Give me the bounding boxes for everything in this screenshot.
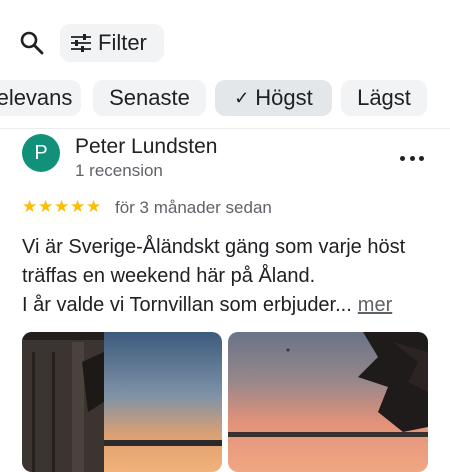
divider bbox=[0, 128, 450, 129]
reviewer-review-count: 1 recension bbox=[75, 161, 163, 180]
star-icon: ★ bbox=[54, 197, 70, 216]
filter-label: Filter bbox=[98, 30, 147, 55]
sort-chip-highest[interactable]: ✓ Högst bbox=[215, 80, 332, 116]
avatar[interactable]: P bbox=[22, 134, 60, 172]
review-text: Vi är Sverige-Åländskt gäng som varje hö… bbox=[22, 233, 442, 320]
avatar-letter: P bbox=[34, 141, 48, 164]
check-icon: ✓ bbox=[234, 87, 250, 108]
read-more-link[interactable]: mer bbox=[358, 294, 392, 316]
reviewer-name[interactable]: Peter Lundsten bbox=[75, 135, 217, 159]
more-options-button[interactable] bbox=[400, 150, 424, 166]
star-icon: ★ bbox=[38, 197, 54, 216]
review-photo[interactable] bbox=[228, 332, 428, 472]
sort-chip-label: Senaste bbox=[109, 85, 190, 110]
review-text-line: träffas en weekend här på Åland. bbox=[22, 265, 316, 287]
sort-chip-label: Högst bbox=[255, 85, 313, 110]
more-vert-icon bbox=[409, 155, 415, 161]
more-vert-icon bbox=[419, 155, 424, 161]
review-photo[interactable] bbox=[22, 332, 222, 472]
sort-chip-newest[interactable]: Senaste bbox=[93, 80, 206, 116]
review-text-line: I år valde vi Tornvillan som erbjuder...… bbox=[22, 291, 442, 320]
review-time: för 3 månader sedan bbox=[115, 198, 272, 217]
more-vert-icon bbox=[400, 155, 405, 161]
review-text-line: Vi är Sverige-Åländskt gäng som varje hö… bbox=[22, 236, 406, 258]
sort-chip-label: Lägst bbox=[357, 85, 411, 110]
review-text-line-content: I år valde vi Tornvillan som erbjuder... bbox=[22, 294, 352, 316]
sunset-photo bbox=[22, 332, 222, 472]
sort-chip-lowest[interactable]: Lägst bbox=[341, 80, 427, 116]
sort-chip-relevance[interactable]: elevans bbox=[0, 80, 81, 116]
tune-icon bbox=[71, 34, 91, 52]
search-icon bbox=[20, 31, 44, 55]
star-rating: ★ ★ ★ ★ ★ bbox=[22, 198, 102, 215]
sunset-photo bbox=[228, 332, 428, 472]
search-button[interactable] bbox=[18, 29, 46, 57]
star-icon: ★ bbox=[86, 197, 102, 216]
star-icon: ★ bbox=[70, 197, 86, 216]
sort-chip-label: elevans bbox=[0, 85, 73, 110]
star-icon: ★ bbox=[22, 197, 38, 216]
filter-button[interactable]: Filter bbox=[60, 24, 164, 62]
